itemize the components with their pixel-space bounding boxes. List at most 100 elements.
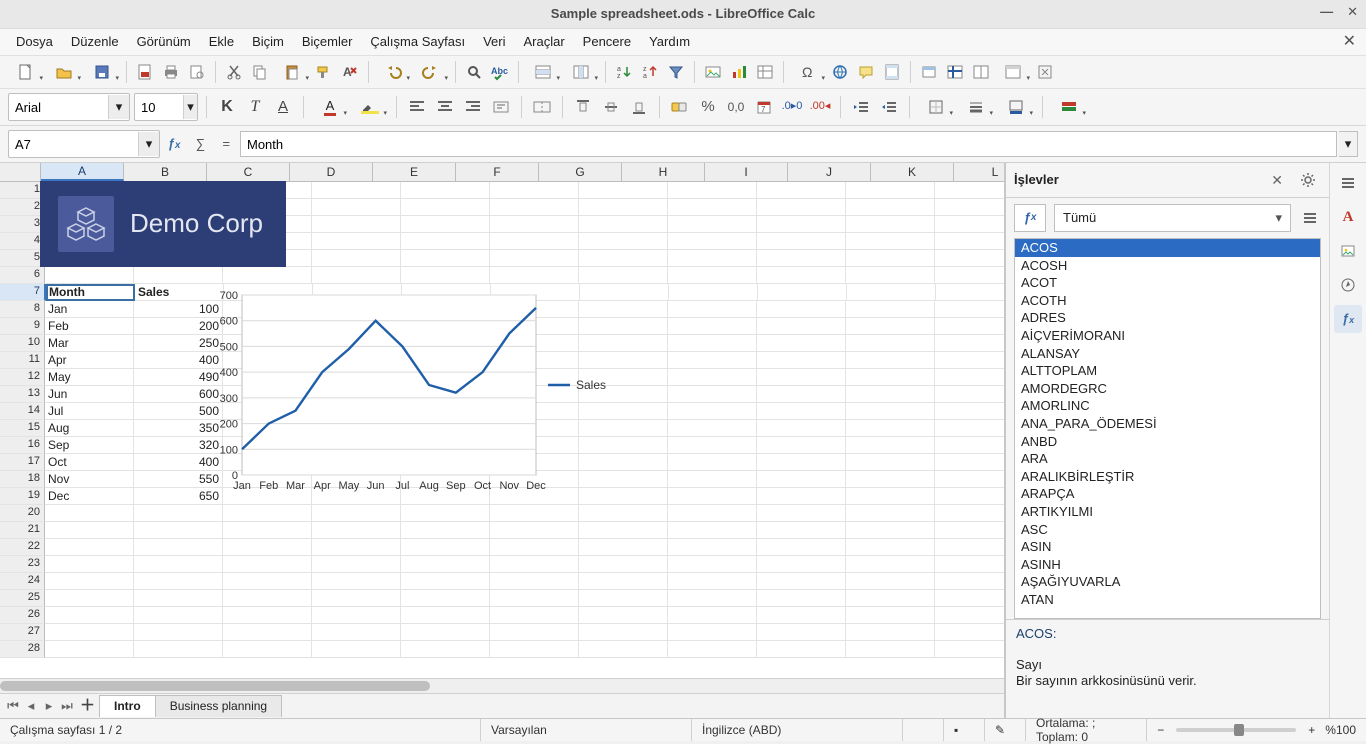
cell[interactable]	[846, 250, 935, 267]
cell[interactable]	[579, 318, 668, 335]
status-insert-mode[interactable]	[903, 719, 944, 741]
row-header[interactable]: 27	[0, 624, 45, 641]
menu-help[interactable]: Yardım	[641, 31, 698, 53]
cell[interactable]	[45, 522, 134, 539]
font-size-input[interactable]	[135, 95, 183, 119]
cell[interactable]	[312, 352, 401, 369]
cell[interactable]	[936, 284, 1004, 301]
percent-button[interactable]: %	[696, 95, 720, 119]
row-header[interactable]: 8	[0, 301, 45, 318]
cell[interactable]	[401, 641, 490, 658]
cell[interactable]	[401, 505, 490, 522]
function-list-item[interactable]: AİÇVERİMORANI	[1015, 327, 1320, 345]
cell[interactable]	[668, 335, 757, 352]
cell[interactable]	[134, 573, 223, 590]
cell[interactable]	[312, 420, 401, 437]
cell[interactable]	[935, 369, 1004, 386]
cell[interactable]	[668, 233, 757, 250]
cell[interactable]	[490, 199, 579, 216]
cell[interactable]	[223, 267, 312, 284]
hyperlink-button[interactable]	[828, 60, 852, 84]
cell[interactable]: Nov	[45, 471, 134, 488]
cell[interactable]: Sales	[135, 284, 224, 301]
copy-button[interactable]	[248, 60, 272, 84]
menu-view[interactable]: Görünüm	[129, 31, 199, 53]
cell[interactable]: 250	[134, 335, 223, 352]
cell[interactable]	[223, 369, 312, 386]
cell[interactable]	[45, 624, 134, 641]
function-list-item[interactable]: ANBD	[1015, 433, 1320, 451]
cell[interactable]	[579, 250, 668, 267]
sheet-tab-business-planning[interactable]: Business planning	[155, 695, 282, 716]
column-header[interactable]: L	[954, 163, 1004, 181]
cell[interactable]	[757, 641, 846, 658]
cell[interactable]	[668, 420, 757, 437]
cell[interactable]	[846, 556, 935, 573]
cell[interactable]	[401, 624, 490, 641]
cell[interactable]	[223, 420, 312, 437]
cell[interactable]	[313, 284, 402, 301]
cell[interactable]	[401, 233, 490, 250]
cell[interactable]	[134, 199, 223, 216]
cell[interactable]	[579, 233, 668, 250]
cell[interactable]	[935, 182, 1004, 199]
cell[interactable]	[490, 607, 579, 624]
tab-prev-button[interactable]: ◂	[22, 697, 40, 715]
function-wizard-button[interactable]: ƒx	[162, 132, 186, 156]
cell[interactable]	[757, 301, 846, 318]
cell[interactable]: Jul	[45, 403, 134, 420]
cell[interactable]	[757, 182, 846, 199]
cell[interactable]	[223, 301, 312, 318]
cell[interactable]	[668, 267, 757, 284]
cell[interactable]	[846, 233, 935, 250]
menu-format[interactable]: Biçim	[244, 31, 292, 53]
redo-button[interactable]: ▾	[413, 60, 449, 84]
font-name-combo[interactable]: ▾	[8, 93, 130, 121]
cell[interactable]	[490, 267, 579, 284]
cell[interactable]	[134, 624, 223, 641]
views-button[interactable]: ▾	[995, 60, 1031, 84]
cell[interactable]	[224, 284, 313, 301]
cell[interactable]: Aug	[45, 420, 134, 437]
row-header[interactable]: 22	[0, 539, 45, 556]
cell[interactable]: 600	[134, 386, 223, 403]
function-list-item[interactable]: ASINH	[1015, 556, 1320, 574]
status-style[interactable]: Varsayılan	[481, 719, 692, 741]
cell[interactable]	[45, 539, 134, 556]
cell[interactable]	[579, 182, 668, 199]
cell[interactable]	[668, 199, 757, 216]
function-list-item[interactable]: ARALIKBİRLEŞTİR	[1015, 468, 1320, 486]
cell[interactable]	[757, 420, 846, 437]
cell[interactable]	[579, 420, 668, 437]
sidebar-tab-navigator[interactable]	[1334, 271, 1362, 299]
save-button[interactable]: ▾	[84, 60, 120, 84]
function-category-select[interactable]: Tümü ▾	[1054, 204, 1291, 232]
row-header[interactable]: 5	[0, 250, 45, 267]
cell[interactable]	[846, 522, 935, 539]
cell[interactable]	[223, 590, 312, 607]
cell[interactable]	[490, 233, 579, 250]
cell[interactable]	[134, 522, 223, 539]
cell[interactable]	[134, 607, 223, 624]
function-list-item[interactable]: ASIN	[1015, 538, 1320, 556]
cell[interactable]	[579, 471, 668, 488]
cell[interactable]	[491, 284, 580, 301]
cell[interactable]	[490, 369, 579, 386]
close-toolbar-button[interactable]	[1033, 60, 1057, 84]
cell[interactable]: Mar	[45, 335, 134, 352]
cell[interactable]	[134, 267, 223, 284]
cell[interactable]	[490, 488, 579, 505]
cell[interactable]	[579, 573, 668, 590]
cell[interactable]	[401, 539, 490, 556]
cell[interactable]	[579, 352, 668, 369]
cell[interactable]	[935, 505, 1004, 522]
cell[interactable]	[134, 590, 223, 607]
column-header[interactable]: I	[705, 163, 788, 181]
cell[interactable]	[223, 624, 312, 641]
cell[interactable]	[846, 607, 935, 624]
cell[interactable]	[223, 505, 312, 522]
cell[interactable]: 650	[134, 488, 223, 505]
cell[interactable]	[579, 403, 668, 420]
cell[interactable]	[935, 403, 1004, 420]
cell[interactable]	[846, 182, 935, 199]
